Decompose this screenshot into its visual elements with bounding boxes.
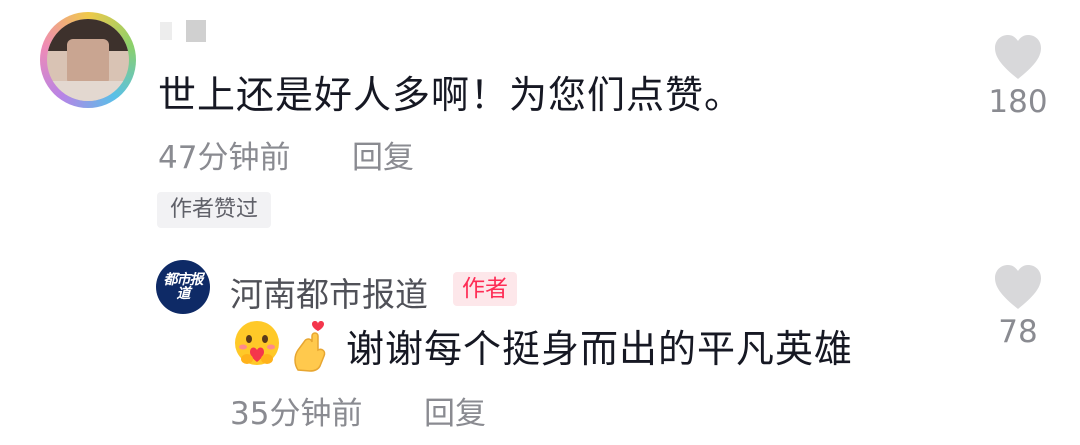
reply-like-button[interactable]: 78 [973, 264, 1063, 350]
comment-text: 世上还是好人多啊！为您们点赞。 [158, 73, 744, 117]
reply-text: 谢谢每个挺身而出的平凡英雄 [346, 327, 854, 371]
author-logo: 都市报道 [163, 272, 204, 302]
smiling-face-holding-heart-emoji-icon [230, 318, 284, 374]
author-liked-badge: 作者赞过 [157, 192, 272, 228]
comment-like-count: 180 [988, 84, 1048, 120]
author-avatar[interactable]: 都市报道 [156, 260, 210, 314]
reply-reply-button[interactable]: 回复 [424, 388, 486, 433]
comment-timestamp: 47分钟前 [158, 140, 291, 176]
reply-like-count: 78 [998, 314, 1038, 350]
comment-reply-button[interactable]: 回复 [352, 132, 414, 177]
commenter-username-redacted[interactable] [160, 14, 220, 44]
heart-icon [995, 35, 1041, 79]
user-avatar-blurred-icon [47, 19, 129, 101]
heart-icon [995, 265, 1041, 309]
author-tag-badge: 作者 [453, 272, 517, 306]
commenter-avatar[interactable] [40, 12, 136, 108]
reply-author-name[interactable]: 河南都市报道 [230, 268, 428, 316]
finger-heart-hand-emoji-icon [290, 318, 330, 376]
reply-timestamp: 35分钟前 [230, 396, 363, 432]
comment-like-button[interactable]: 180 [973, 34, 1063, 120]
